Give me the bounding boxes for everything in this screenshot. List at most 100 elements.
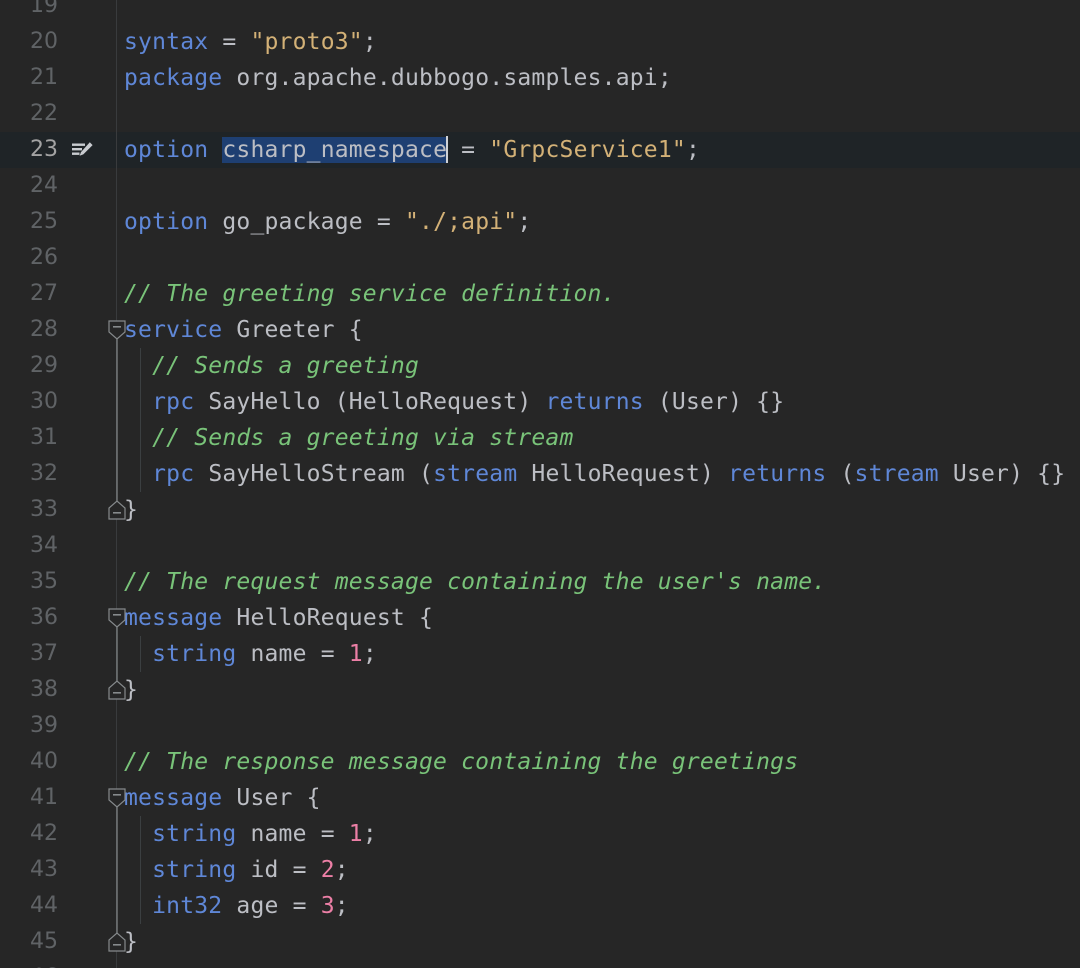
code-line[interactable]: 29 // Sends a greeting bbox=[0, 348, 1080, 384]
code-line[interactable]: 36message HelloRequest { bbox=[0, 600, 1080, 636]
code-text[interactable]: rpc SayHello (HelloRequest) returns (Use… bbox=[124, 384, 784, 420]
gutter-cell[interactable]: 42 bbox=[0, 816, 116, 852]
gutter-cell[interactable]: 44 bbox=[0, 888, 116, 924]
gutter-cell[interactable]: 20 bbox=[0, 24, 116, 60]
code-text[interactable]: } bbox=[124, 492, 138, 528]
code-token-id: ; bbox=[363, 821, 377, 847]
code-line[interactable]: 38} bbox=[0, 672, 1080, 708]
line-number: 45 bbox=[0, 924, 58, 960]
code-line[interactable]: 25 option go_package = "./;api"; bbox=[0, 204, 1080, 240]
code-token-id: name = bbox=[236, 641, 348, 667]
code-token-str: "./;api" bbox=[405, 209, 517, 235]
line-number: 25 bbox=[0, 204, 58, 240]
code-line[interactable]: 24 bbox=[0, 168, 1080, 204]
gutter-cell[interactable]: 24 bbox=[0, 168, 116, 204]
code-line[interactable]: 28service Greeter { bbox=[0, 312, 1080, 348]
code-line[interactable]: 39 bbox=[0, 708, 1080, 744]
gutter-cell[interactable]: 43 bbox=[0, 852, 116, 888]
code-line[interactable]: 46 bbox=[0, 960, 1080, 968]
gutter-cell[interactable]: 39 bbox=[0, 708, 116, 744]
gutter-cell[interactable]: 23 bbox=[0, 132, 116, 168]
gutter-cell[interactable]: 21 bbox=[0, 60, 116, 96]
code-line[interactable]: 40// The response message containing the… bbox=[0, 744, 1080, 780]
gutter-cell[interactable]: 30 bbox=[0, 384, 116, 420]
code-line[interactable]: 31 // Sends a greeting via stream bbox=[0, 420, 1080, 456]
code-token-kw: option bbox=[124, 137, 208, 163]
code-text[interactable]: option go_package = "./;api"; bbox=[124, 204, 531, 240]
gutter-cell[interactable]: 34 bbox=[0, 528, 116, 564]
gutter-cell[interactable]: 29 bbox=[0, 348, 116, 384]
code-text[interactable]: // Sends a greeting via stream bbox=[124, 420, 574, 456]
code-line[interactable]: 26 bbox=[0, 240, 1080, 276]
code-text[interactable]: package org.apache.dubbogo.samples.api; bbox=[124, 60, 672, 96]
code-line[interactable]: 37 string name = 1; bbox=[0, 636, 1080, 672]
code-token-id: .samples.api; bbox=[489, 65, 672, 91]
code-text[interactable]: int32 age = 3; bbox=[124, 888, 349, 924]
code-line[interactable]: 22 bbox=[0, 96, 1080, 132]
code-line[interactable]: 32 rpc SayHelloStream (stream HelloReque… bbox=[0, 456, 1080, 492]
gutter-cell[interactable]: 41 bbox=[0, 780, 116, 816]
gutter-cell[interactable]: 19 bbox=[0, 0, 116, 24]
code-text[interactable]: string id = 2; bbox=[124, 852, 349, 888]
code-text[interactable]: // Sends a greeting bbox=[124, 348, 419, 384]
code-line[interactable]: 42 string name = 1; bbox=[0, 816, 1080, 852]
gutter-cell[interactable]: 25 bbox=[0, 204, 116, 240]
gutter-cell[interactable]: 32 bbox=[0, 456, 116, 492]
code-text[interactable]: rpc SayHelloStream (stream HelloRequest)… bbox=[124, 456, 1065, 492]
code-text[interactable]: option csharp_namespace = "GrpcService1"… bbox=[124, 132, 700, 168]
gutter-cell[interactable]: 37 bbox=[0, 636, 116, 672]
code-text[interactable]: } bbox=[124, 924, 138, 960]
code-text[interactable]: message User { bbox=[124, 780, 321, 816]
code-line[interactable]: 45} bbox=[0, 924, 1080, 960]
line-number: 29 bbox=[0, 348, 58, 384]
code-text[interactable]: message HelloRequest { bbox=[124, 600, 433, 636]
gutter-cell[interactable]: 38 bbox=[0, 672, 116, 708]
code-text[interactable]: // The request message containing the us… bbox=[124, 564, 826, 600]
code-line[interactable]: 21package org.apache.dubbogo.samples.api… bbox=[0, 60, 1080, 96]
code-line[interactable]: 23option csharp_namespace = "GrpcService… bbox=[0, 132, 1080, 168]
gutter-cell[interactable]: 27 bbox=[0, 276, 116, 312]
code-token-cmt: // Sends a greeting via stream bbox=[124, 425, 574, 451]
code-token-punct: = bbox=[208, 29, 250, 55]
code-token-kw: stream bbox=[855, 461, 939, 487]
code-token-id: org.apache. bbox=[222, 65, 391, 91]
code-token-kw: package bbox=[124, 65, 222, 91]
gutter-cell[interactable]: 26 bbox=[0, 240, 116, 276]
code-text[interactable]: // The greeting service definition. bbox=[124, 276, 616, 312]
gutter-cell[interactable]: 46 bbox=[0, 960, 116, 968]
code-text[interactable]: service Greeter { bbox=[124, 312, 363, 348]
code-line[interactable]: 35// The request message containing the … bbox=[0, 564, 1080, 600]
gutter-cell[interactable]: 22 bbox=[0, 96, 116, 132]
code-text[interactable]: string name = 1; bbox=[124, 816, 377, 852]
gutter-cell[interactable]: 28 bbox=[0, 312, 116, 348]
code-line[interactable]: 33} bbox=[0, 492, 1080, 528]
code-line[interactable]: 34 bbox=[0, 528, 1080, 564]
gutter-cell[interactable]: 33 bbox=[0, 492, 116, 528]
code-token-typo: dubbogo bbox=[391, 65, 489, 93]
code-line[interactable]: 41message User { bbox=[0, 780, 1080, 816]
gutter-cell[interactable]: 31 bbox=[0, 420, 116, 456]
gutter-cell[interactable]: 35 bbox=[0, 564, 116, 600]
line-number: 38 bbox=[0, 672, 58, 708]
code-token-kw: string bbox=[152, 641, 236, 667]
line-number: 37 bbox=[0, 636, 58, 672]
code-line[interactable]: 43 string id = 2; bbox=[0, 852, 1080, 888]
gutter-cell[interactable]: 40 bbox=[0, 744, 116, 780]
line-number: 31 bbox=[0, 420, 58, 456]
gutter-cell[interactable]: 45 bbox=[0, 924, 116, 960]
code-line[interactable]: 20syntax = "proto3"; bbox=[0, 24, 1080, 60]
code-editor[interactable]: 1920syntax = "proto3";21package org.apac… bbox=[0, 0, 1080, 968]
code-token-id: User) {} bbox=[939, 461, 1065, 487]
code-text[interactable]: syntax = "proto3"; bbox=[124, 24, 377, 60]
code-text[interactable]: // The response message containing the g… bbox=[124, 744, 798, 780]
code-line[interactable]: 44 int32 age = 3; bbox=[0, 888, 1080, 924]
code-line[interactable]: 19 bbox=[0, 0, 1080, 24]
intention-action-icon[interactable] bbox=[72, 141, 94, 161]
code-token-kw: string bbox=[152, 821, 236, 847]
gutter-cell[interactable]: 36 bbox=[0, 600, 116, 636]
code-line[interactable]: 27// The greeting service definition. bbox=[0, 276, 1080, 312]
code-text[interactable]: string name = 1; bbox=[124, 636, 377, 672]
code-token-punct: ; bbox=[363, 29, 377, 55]
code-text[interactable]: } bbox=[124, 672, 138, 708]
code-line[interactable]: 30 rpc SayHello (HelloRequest) returns (… bbox=[0, 384, 1080, 420]
